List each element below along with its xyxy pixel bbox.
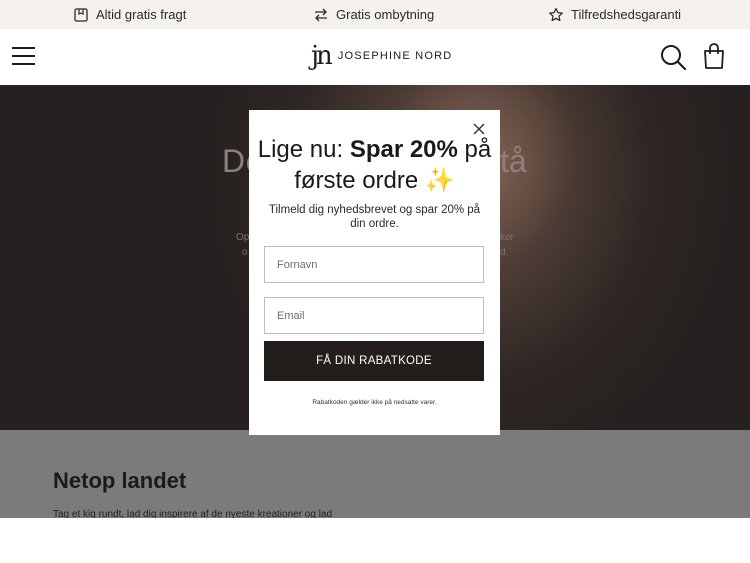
hero-text: Op	[236, 232, 250, 243]
perk-label: Altid gratis fragt	[96, 7, 187, 22]
logo-mark: jn	[311, 41, 333, 71]
search-icon[interactable]	[659, 43, 687, 71]
new-arrivals-section: Netop landet Tag et kig rundt, lad dig i…	[0, 430, 750, 520]
hero-title-right: tå	[500, 143, 527, 179]
logo-text: JOSEPHINE NORD	[337, 50, 453, 62]
heading-prefix: Lige nu:	[257, 136, 350, 163]
section-title: Netop landet	[53, 468, 187, 493]
hero-text: ker	[500, 232, 514, 243]
get-discount-button[interactable]: FÅ DIN RABATKODE	[264, 341, 484, 381]
box-icon	[74, 7, 88, 22]
perk-free-exchange: Gratis ombytning	[313, 0, 434, 29]
popup-disclaimer: Rabatkoden gælder ikke på nedsatte varer…	[312, 399, 437, 406]
newsletter-popup: Lige nu: Spar 20% på første ordre ✨ Tilm…	[249, 110, 500, 435]
hero-text: o	[242, 247, 248, 258]
heading-highlight: Spar 20%	[349, 136, 458, 163]
exchange-icon	[315, 8, 327, 21]
firstname-input[interactable]	[264, 246, 484, 283]
perk-free-shipping: Altid gratis fragt	[73, 0, 186, 29]
site-logo[interactable]: jn JOSEPHINE NORD	[311, 41, 453, 71]
announcement-bar: Altid gratis fragt Gratis ombytning Tilf…	[0, 0, 750, 29]
perk-label: Gratis ombytning	[336, 7, 435, 22]
sparkles-icon: ✨	[424, 167, 455, 194]
hero-text: d.	[500, 247, 509, 258]
site-header: jn JOSEPHINE NORD	[0, 29, 750, 85]
star-icon	[549, 7, 563, 21]
email-input[interactable]	[264, 297, 484, 334]
page-bottom	[0, 518, 750, 563]
page: Altid gratis fragt Gratis ombytning Tilf…	[0, 0, 750, 563]
menu-icon[interactable]	[12, 45, 36, 67]
popup-heading: Lige nu: Spar 20% på første ordre ✨	[249, 134, 500, 196]
perk-satisfaction: Tilfredshedsgaranti	[548, 0, 681, 29]
perk-label: Tilfredshedsgaranti	[571, 7, 682, 22]
popup-subtext: Tilmeld dig nyhedsbrevet og spar 20% på …	[268, 204, 481, 230]
shopping-bag-icon[interactable]	[702, 42, 726, 70]
